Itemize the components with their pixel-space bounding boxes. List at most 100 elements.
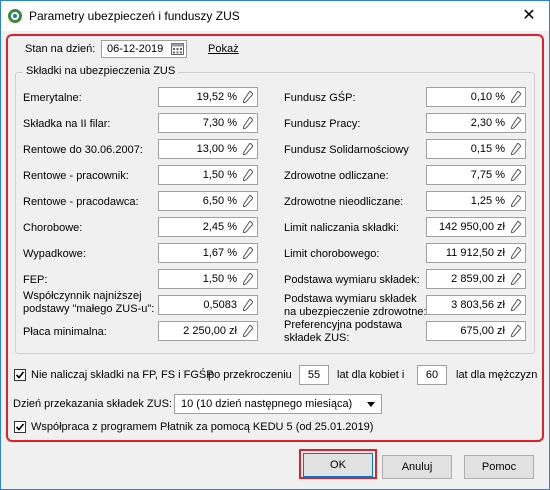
field-fundusz-gsp[interactable]: 0,10 % xyxy=(426,87,526,107)
cancel-button[interactable]: Anuluj xyxy=(382,455,452,479)
pencil-icon[interactable] xyxy=(511,325,521,337)
label-rentowe-2007: Rentowe do 30.06.2007: xyxy=(23,144,143,156)
field-podstawa-wymiaru[interactable]: 2 859,00 zł xyxy=(426,269,526,289)
value-podstawa-zdrowotne: 3 803,56 zł xyxy=(451,299,505,311)
women-years-input[interactable]: 55 xyxy=(299,365,329,385)
pencil-icon[interactable] xyxy=(243,247,253,259)
field-fundusz-solidarnosciowy[interactable]: 0,15 % xyxy=(426,139,526,159)
field-emerytalne[interactable]: 19,52 % xyxy=(158,87,258,107)
field-chorobowe[interactable]: 2,45 % xyxy=(158,217,258,237)
pencil-icon[interactable] xyxy=(511,247,521,259)
pencil-icon[interactable] xyxy=(243,273,253,285)
field-placa-minimalna[interactable]: 2 250,00 zł xyxy=(158,321,258,341)
pencil-icon[interactable] xyxy=(511,221,521,233)
value-ii-filar: 7,30 % xyxy=(202,117,237,129)
label-podstawa-zdrowotne: Podstawa wymiaru składek xyxy=(284,293,417,305)
field-limit-naliczania[interactable]: 142 950,00 zł xyxy=(426,217,526,237)
women-years-label: lat dla kobiet i xyxy=(337,369,405,381)
label-zdrowotne-odliczane: Zdrowotne odliczane: xyxy=(284,170,389,182)
calendar-icon[interactable] xyxy=(171,43,184,55)
value-preferencyjna: 675,00 zł xyxy=(460,325,505,337)
value-chorobowe: 2,45 % xyxy=(202,221,237,233)
transfer-day-value: 10 (10 dzień następnego miesiąca) xyxy=(181,398,353,410)
field-zdrowotne-odliczane[interactable]: 7,75 % xyxy=(426,165,526,185)
limit-checkbox-label: Nie naliczaj składki na FP, FS i FGŚP xyxy=(31,369,214,381)
label-ii-filar: Składka na II filar: xyxy=(23,118,111,130)
pencil-icon[interactable] xyxy=(511,299,521,311)
pencil-icon[interactable] xyxy=(511,143,521,155)
field-zdrowotne-nieodliczane[interactable]: 1,25 % xyxy=(426,191,526,211)
value-podstawa-wymiaru: 2 859,00 zł xyxy=(451,273,505,285)
show-link[interactable]: Pokaż xyxy=(208,43,239,56)
pencil-icon[interactable] xyxy=(243,169,253,181)
label-chorobowe: Chorobowe: xyxy=(23,222,83,234)
close-button[interactable]: ✕ xyxy=(515,5,543,27)
label-fundusz-solidarnosciowy: Fundusz Solidarnościowy xyxy=(284,144,409,156)
field-wypadkowe[interactable]: 1,67 % xyxy=(158,243,258,263)
label-preferencyjna: Preferencyjna podstawa xyxy=(284,319,403,331)
platnik-checkbox[interactable] xyxy=(14,421,26,433)
value-rentowe-2007: 13,00 % xyxy=(196,143,237,155)
label-podstawa-wymiaru: Podstawa wymiaru składek: xyxy=(284,274,420,286)
pencil-icon[interactable] xyxy=(243,195,253,207)
pencil-icon[interactable] xyxy=(511,273,521,285)
label-limit-chorobowego: Limit chorobowego: xyxy=(284,248,380,260)
pencil-icon[interactable] xyxy=(511,117,521,129)
pencil-icon[interactable] xyxy=(511,91,521,103)
value-fundusz-solidarnosciowy: 0,15 % xyxy=(470,143,505,155)
label-fundusz-gsp: Fundusz GŚP: xyxy=(284,92,356,104)
field-preferencyjna[interactable]: 675,00 zł xyxy=(426,321,526,341)
value-fundusz-pracy: 2,30 % xyxy=(470,117,505,129)
label-placa-minimalna: Płaca minimalna: xyxy=(23,326,107,338)
pencil-icon[interactable] xyxy=(243,299,253,311)
men-years-label: lat dla mężczyzn xyxy=(456,369,538,381)
field-rentowe-pracownik[interactable]: 1,50 % xyxy=(158,165,258,185)
value-wspolczynnik: 0,5083 xyxy=(203,299,237,311)
label-rentowe-pracodawca: Rentowe - pracodawca: xyxy=(23,196,139,208)
label-preferencyjna-2: składek ZUS: xyxy=(284,332,350,344)
limit-after-label: po przekroczeniu xyxy=(208,369,292,381)
window-title: Parametry ubezpieczeń i funduszy ZUS xyxy=(29,9,240,23)
field-rentowe-pracodawca[interactable]: 6,50 % xyxy=(158,191,258,211)
label-zdrowotne-nieodliczane: Zdrowotne nieodliczane: xyxy=(284,196,404,208)
label-rentowe-pracownik: Rentowe - pracownik: xyxy=(23,170,129,182)
men-years-input[interactable]: 60 xyxy=(417,365,447,385)
pencil-icon[interactable] xyxy=(243,143,253,155)
field-fundusz-pracy[interactable]: 2,30 % xyxy=(426,113,526,133)
checkmark-icon xyxy=(15,423,25,431)
dialog-window: Parametry ubezpieczeń i funduszy ZUS ✕ S… xyxy=(0,0,550,490)
value-rentowe-pracodawca: 6,50 % xyxy=(202,195,237,207)
ok-button[interactable]: OK xyxy=(303,453,373,477)
field-fep[interactable]: 1,50 % xyxy=(158,269,258,289)
platnik-checkbox-label: Współpraca z programem Płatnik za pomocą… xyxy=(31,421,374,433)
label-fep: FEP: xyxy=(23,274,48,286)
pencil-icon[interactable] xyxy=(243,325,253,337)
field-rentowe-2007[interactable]: 13,00 % xyxy=(158,139,258,159)
value-fep: 1,50 % xyxy=(202,273,237,285)
field-limit-chorobowego[interactable]: 11 912,50 zł xyxy=(426,243,526,263)
limit-checkbox[interactable] xyxy=(14,369,26,381)
field-ii-filar[interactable]: 7,30 % xyxy=(158,113,258,133)
pencil-icon[interactable] xyxy=(243,117,253,129)
date-label: Stan na dzień: xyxy=(25,43,96,55)
value-limit-naliczania: 142 950,00 zł xyxy=(438,221,505,233)
chevron-down-icon xyxy=(367,402,375,407)
label-emerytalne: Emerytalne: xyxy=(23,92,82,104)
value-fundusz-gsp: 0,10 % xyxy=(470,91,505,103)
date-value: 06-12-2019 xyxy=(107,43,164,55)
label-limit-naliczania: Limit naliczania składki: xyxy=(284,222,399,234)
transfer-day-select[interactable]: 10 (10 dzień następnego miesiąca) xyxy=(174,394,382,414)
pencil-icon[interactable] xyxy=(243,91,253,103)
value-placa-minimalna: 2 250,00 zł xyxy=(183,325,237,337)
pencil-icon[interactable] xyxy=(511,195,521,207)
pencil-icon[interactable] xyxy=(511,169,521,181)
value-wypadkowe: 1,67 % xyxy=(202,247,237,259)
field-wspolczynnik[interactable]: 0,5083 xyxy=(158,295,258,315)
field-podstawa-zdrowotne[interactable]: 3 803,56 zł xyxy=(426,295,526,315)
app-icon xyxy=(8,9,22,23)
help-button[interactable]: Pomoc xyxy=(464,455,534,479)
value-zdrowotne-nieodliczane: 1,25 % xyxy=(470,195,505,207)
value-zdrowotne-odliczane: 7,75 % xyxy=(470,169,505,181)
date-field[interactable]: 06-12-2019 xyxy=(101,40,187,58)
pencil-icon[interactable] xyxy=(243,221,253,233)
